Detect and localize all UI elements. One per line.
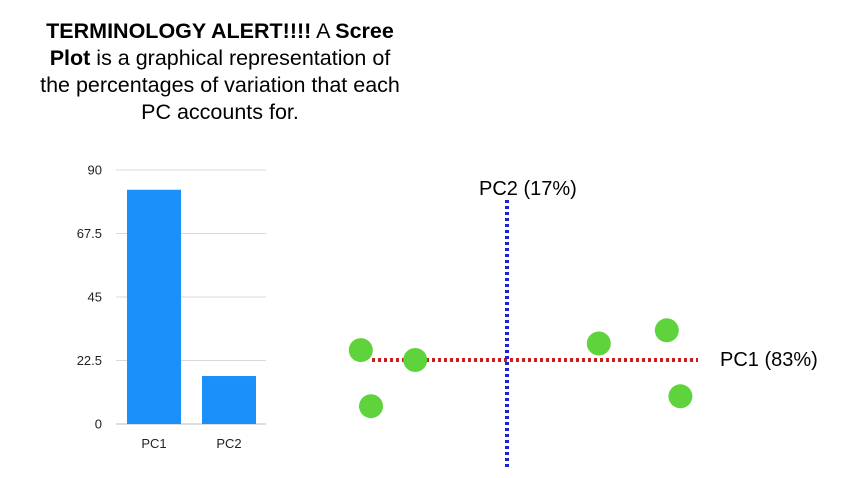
y-tick-label: 45 [88,290,102,305]
x-tick-label: PC2 [216,436,241,451]
caption-text: A [311,19,336,43]
x-tick-label: PC1 [141,436,166,451]
y-tick-label: 67.5 [77,226,102,241]
pc2-label: PC2 (17%) [479,178,577,200]
data-point [348,338,373,363]
bar-pc2 [202,376,256,424]
data-point [359,394,383,419]
y-tick-label: 0 [95,417,102,432]
scree-plot: 0 22.5 45 67.5 90 PC1 PC2 [77,163,266,451]
data-point [586,331,611,356]
data-point [403,348,428,372]
bar-pc1 [127,189,181,424]
y-tick-label: 90 [88,163,102,178]
y-tick-label: 22.5 [77,353,102,368]
data-point [654,318,679,343]
pc1-label: PC1 (83%) [720,349,818,371]
data-point [668,384,693,409]
scree-word: Scree [335,19,394,43]
